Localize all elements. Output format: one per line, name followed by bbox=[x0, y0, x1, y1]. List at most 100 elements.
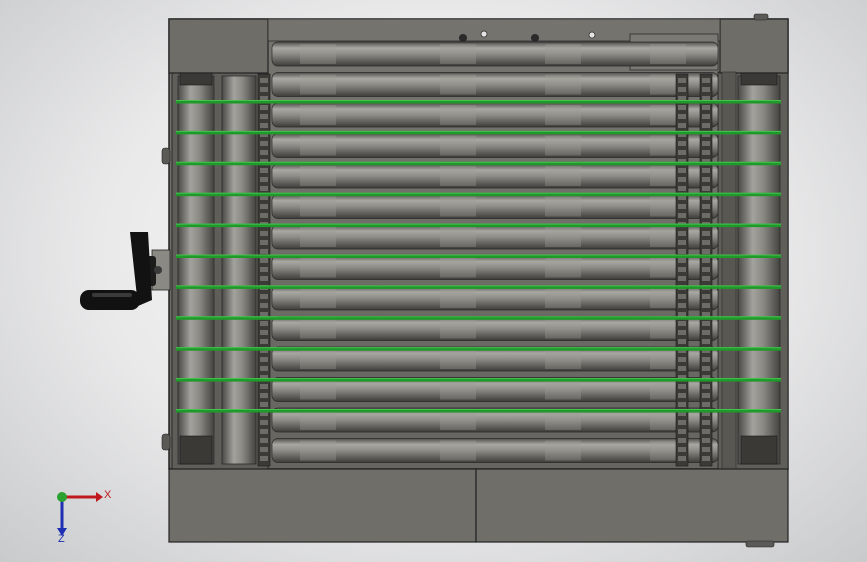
roller-sleeve bbox=[300, 196, 336, 217]
roller-sleeve bbox=[545, 440, 581, 461]
roller-sleeve bbox=[300, 105, 336, 125]
chain-link bbox=[702, 429, 710, 434]
chain-link bbox=[678, 141, 686, 146]
roller-sleeve bbox=[440, 227, 476, 247]
chain-link bbox=[702, 123, 710, 128]
base-plate-right bbox=[475, 468, 789, 543]
roller-sleeve bbox=[300, 379, 336, 400]
chain-link bbox=[260, 231, 268, 236]
roller-sleeve bbox=[440, 349, 476, 369]
corner-cap-top-left bbox=[168, 18, 269, 74]
roller-sleeve bbox=[545, 257, 581, 278]
triad-x-arrow bbox=[96, 492, 103, 502]
conveyor-model[interactable] bbox=[80, 13, 789, 548]
chain-link bbox=[678, 339, 686, 344]
roller-sleeve bbox=[300, 257, 336, 278]
chain-link bbox=[702, 384, 710, 389]
chain-link bbox=[702, 312, 710, 317]
roller-sleeve bbox=[300, 349, 336, 369]
chain-link bbox=[702, 294, 710, 299]
chain-link bbox=[678, 186, 686, 191]
bracket-top-right bbox=[740, 72, 778, 86]
roller-sleeve bbox=[545, 410, 581, 430]
chain-link bbox=[678, 168, 686, 173]
chain-link bbox=[702, 87, 710, 92]
roller-sleeve bbox=[440, 379, 476, 400]
roller-sleeve bbox=[545, 166, 581, 186]
chain-link bbox=[678, 258, 686, 263]
roller-sleeve bbox=[545, 288, 581, 308]
chain-link bbox=[260, 258, 268, 263]
hand-crank[interactable] bbox=[80, 232, 171, 310]
roller-sleeve bbox=[300, 166, 336, 186]
roller-sleeve bbox=[440, 288, 476, 308]
chain-link bbox=[260, 456, 268, 461]
roller-sleeve bbox=[300, 288, 336, 308]
chain-link bbox=[260, 294, 268, 299]
chain-link bbox=[678, 456, 686, 461]
chain-link bbox=[678, 150, 686, 155]
roller-sleeve bbox=[440, 44, 476, 64]
green-belt-highlight bbox=[176, 254, 781, 256]
chain-link bbox=[260, 177, 268, 182]
chain-link bbox=[702, 420, 710, 425]
chain-link bbox=[702, 204, 710, 209]
chain-link bbox=[702, 231, 710, 236]
chain-link bbox=[260, 357, 268, 362]
chain-link bbox=[678, 429, 686, 434]
roller-sleeve bbox=[440, 74, 476, 95]
chain-link bbox=[678, 276, 686, 281]
chain-link bbox=[260, 267, 268, 272]
edge-pin-left-bottom bbox=[161, 433, 171, 451]
chain-link bbox=[702, 177, 710, 182]
triad-x-label: X bbox=[104, 489, 112, 501]
edge-pin-bottom-right bbox=[745, 540, 775, 548]
green-belt-highlight bbox=[176, 378, 781, 380]
chain-link bbox=[260, 240, 268, 245]
chain-link bbox=[260, 429, 268, 434]
graphics-viewport[interactable]: X Z bbox=[0, 0, 867, 562]
chain-link bbox=[702, 78, 710, 83]
roller-sleeve bbox=[545, 196, 581, 217]
chain-link bbox=[702, 321, 710, 326]
green-belt-highlight bbox=[176, 409, 781, 410]
green-belt-highlight bbox=[176, 316, 781, 318]
roller-sleeve bbox=[440, 105, 476, 125]
chain-link bbox=[260, 393, 268, 398]
green-belt-highlight bbox=[176, 285, 781, 287]
roller-sleeve bbox=[440, 196, 476, 217]
chain-link bbox=[678, 393, 686, 398]
chain-link bbox=[702, 438, 710, 443]
roller-sleeve bbox=[545, 74, 581, 95]
chain-link bbox=[702, 330, 710, 335]
chain-link bbox=[260, 330, 268, 335]
chain-link bbox=[678, 294, 686, 299]
triad-y-origin bbox=[57, 492, 67, 502]
chain-link bbox=[702, 276, 710, 281]
chain-link bbox=[678, 267, 686, 272]
chain-link bbox=[260, 420, 268, 425]
roller-sleeve bbox=[300, 227, 336, 247]
chain-link bbox=[702, 366, 710, 371]
edge-pin-left-top bbox=[161, 147, 171, 165]
chain-link bbox=[678, 249, 686, 254]
base-plate-left bbox=[168, 468, 477, 543]
chain-link bbox=[260, 87, 268, 92]
chain-link bbox=[678, 402, 686, 407]
chain-link bbox=[678, 240, 686, 245]
chain-link bbox=[678, 114, 686, 119]
roller-sleeve bbox=[545, 135, 581, 156]
chain-link bbox=[678, 87, 686, 92]
chain-link bbox=[260, 105, 268, 110]
bolt-4 bbox=[588, 31, 596, 39]
roller-sleeve bbox=[300, 410, 336, 430]
chain-link bbox=[678, 213, 686, 218]
chain-link bbox=[678, 177, 686, 182]
green-belt-highlight bbox=[176, 130, 781, 132]
roller-sleeve bbox=[300, 44, 336, 64]
chain-link bbox=[260, 321, 268, 326]
chain-link bbox=[260, 78, 268, 83]
triad-z-label: Z bbox=[58, 533, 65, 545]
chain-link bbox=[702, 213, 710, 218]
green-belt-highlight bbox=[176, 161, 781, 163]
